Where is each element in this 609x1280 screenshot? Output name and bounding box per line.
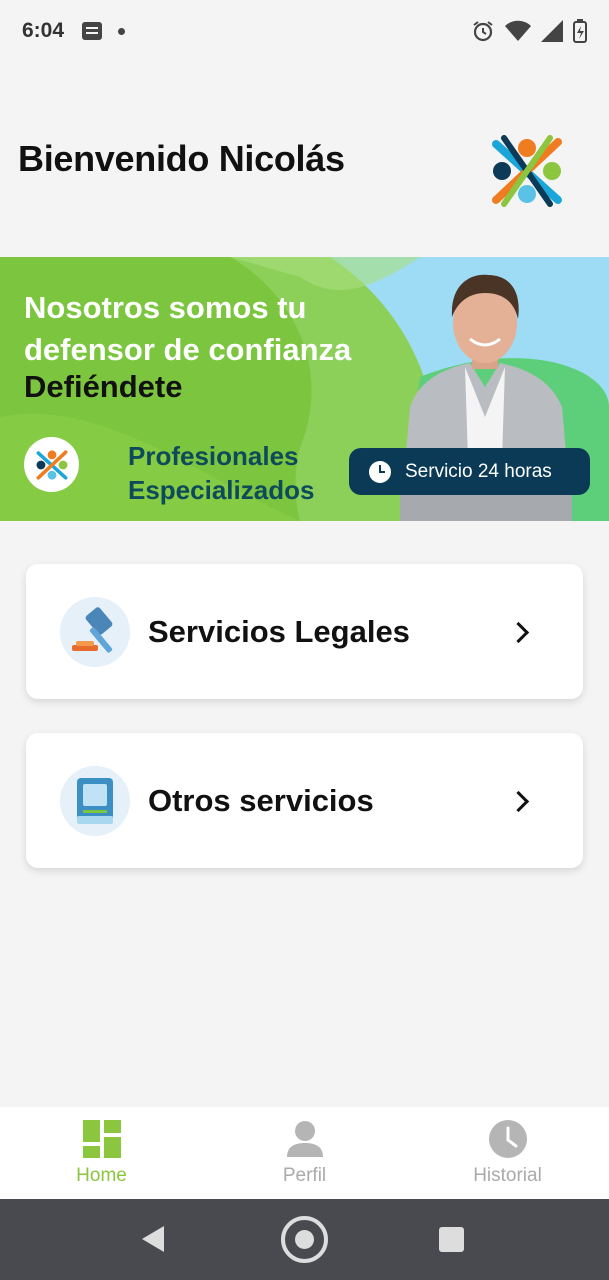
people-cross-logo-icon xyxy=(36,449,67,480)
clock-icon xyxy=(369,460,391,483)
banner-logo-badge xyxy=(24,437,79,492)
nav-item-perfil[interactable]: Perfil xyxy=(203,1107,406,1199)
service-pill-label: Servicio 24 horas xyxy=(405,460,552,482)
clock-icon xyxy=(488,1119,528,1159)
recent-apps-icon[interactable] xyxy=(439,1227,464,1252)
page-title: Bienvenido Nicolás xyxy=(18,138,345,179)
notification-icon xyxy=(82,22,103,40)
battery-icon xyxy=(573,19,587,43)
card-label: Servicios Legales xyxy=(148,613,410,649)
gavel-icon xyxy=(72,606,113,653)
other-services-card[interactable]: Otros servicios xyxy=(26,733,583,868)
nav-label-perfil: Perfil xyxy=(282,1165,327,1186)
chevron-right-icon xyxy=(509,621,531,643)
person-icon xyxy=(285,1119,325,1159)
card-icon-circle xyxy=(60,596,130,667)
notification-dot-icon xyxy=(118,27,126,35)
back-icon[interactable] xyxy=(142,1226,164,1252)
book-icon xyxy=(77,777,113,824)
nav-item-historial[interactable]: Historial xyxy=(406,1107,609,1199)
status-icons xyxy=(471,19,587,43)
card-label: Otros servicios xyxy=(148,782,374,818)
promo-banner[interactable]: Nosotros somos tu defensor de confianza … xyxy=(0,257,609,521)
people-cross-logo-icon xyxy=(492,135,562,207)
chevron-right-icon xyxy=(509,790,531,812)
banner-headline: Nosotros somos tu defensor de confianza xyxy=(24,290,352,367)
banner-pro-line1: Profesionales xyxy=(128,441,299,471)
status-bar: 6:04 xyxy=(0,0,609,62)
signal-icon xyxy=(541,20,563,42)
nav-label-home: Home xyxy=(76,1165,127,1186)
wifi-icon xyxy=(505,20,531,41)
card-icon-circle xyxy=(60,765,130,836)
nav-item-home[interactable]: Home xyxy=(0,1107,203,1199)
banner-professionals-text: Profesionales Especializados xyxy=(128,439,314,507)
system-navigation-bar xyxy=(0,1199,609,1280)
home-circle-icon[interactable] xyxy=(281,1216,328,1263)
bottom-navigation: Home Perfil Historial xyxy=(0,1107,609,1199)
status-time: 6:04 xyxy=(22,19,65,42)
banner-pro-line2: Especializados xyxy=(128,475,315,505)
header: Bienvenido Nicolás xyxy=(0,100,609,220)
service-24h-pill: Servicio 24 horas xyxy=(349,448,590,495)
alarm-icon xyxy=(473,21,493,42)
nav-label-historial: Historial xyxy=(473,1165,542,1186)
grid-icon xyxy=(82,1119,122,1159)
legal-services-card[interactable]: Servicios Legales xyxy=(26,564,583,699)
banner-brand: Defiéndete xyxy=(24,369,183,404)
